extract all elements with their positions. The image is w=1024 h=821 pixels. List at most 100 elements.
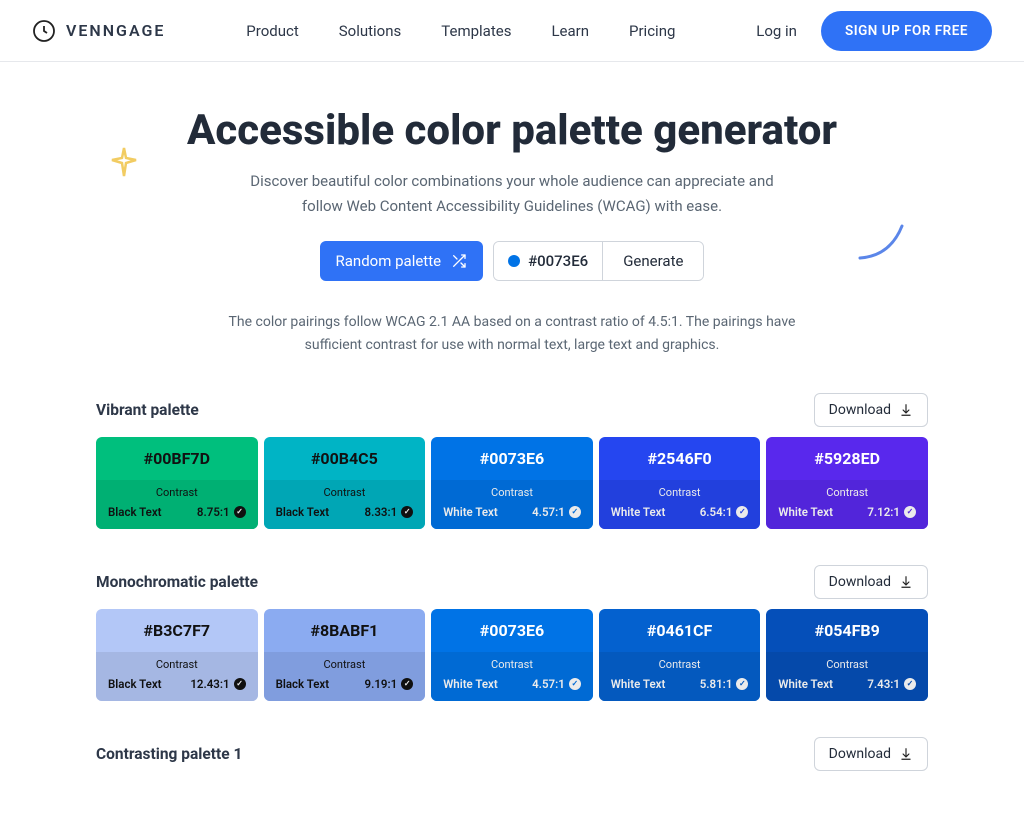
color-card[interactable]: #0073E6 Contrast White Text 4.57:1: [431, 437, 593, 529]
contrast-ratio: 6.54:1: [700, 505, 749, 519]
check-icon: [569, 678, 581, 690]
download-label: Download: [829, 746, 891, 762]
nav-solutions[interactable]: Solutions: [339, 22, 402, 40]
brand-name: VENNGAGE: [66, 21, 165, 40]
text-mode-label: White Text: [611, 505, 666, 519]
contrast-ratio: 12.43:1: [190, 677, 245, 691]
hero: Accessible color palette generator Disco…: [0, 62, 1024, 357]
contrast-label: Contrast: [443, 658, 581, 671]
nav-pricing[interactable]: Pricing: [629, 22, 675, 40]
generator-controls: Random palette #0073E6 Generate: [320, 241, 705, 281]
text-mode-label: White Text: [778, 677, 833, 691]
check-icon: [736, 506, 748, 518]
check-icon: [234, 506, 246, 518]
contrast-ratio: 4.57:1: [532, 505, 581, 519]
contrast-ratio: 4.57:1: [532, 677, 581, 691]
download-icon: [899, 747, 913, 761]
check-icon: [736, 678, 748, 690]
random-palette-label: Random palette: [336, 252, 442, 270]
check-icon: [401, 506, 413, 518]
palette-section: Vibrant palette Download #00BF7D Contras…: [96, 393, 928, 529]
color-card[interactable]: #054FB9 Contrast White Text 7.43:1: [766, 609, 928, 701]
color-card[interactable]: #5928ED Contrast White Text 7.12:1: [766, 437, 928, 529]
color-hex: #B3C7F7: [96, 609, 258, 652]
contrast-label: Contrast: [108, 486, 246, 499]
palette-header: Contrasting palette 1 Download: [96, 737, 928, 771]
color-contrast-panel: Contrast White Text 5.81:1: [599, 652, 761, 701]
page-subtitle: Discover beautiful color combinations yo…: [232, 169, 792, 219]
download-icon: [899, 575, 913, 589]
color-contrast-panel: Contrast White Text 4.57:1: [431, 480, 593, 529]
palette-row: #B3C7F7 Contrast Black Text 12.43:1 #8BA…: [96, 609, 928, 701]
hero-note: The color pairings follow WCAG 2.1 AA ba…: [212, 311, 812, 357]
check-icon: [401, 678, 413, 690]
contrast-label: Contrast: [108, 658, 246, 671]
download-button[interactable]: Download: [814, 565, 928, 599]
contrast-label: Contrast: [611, 486, 749, 499]
text-mode-label: White Text: [443, 505, 498, 519]
sparkle-icon: [110, 146, 138, 180]
color-card[interactable]: #B3C7F7 Contrast Black Text 12.43:1: [96, 609, 258, 701]
page-title: Accessible color palette generator: [0, 106, 1024, 155]
color-hex: #2546F0: [599, 437, 761, 480]
contrast-ratio: 7.12:1: [867, 505, 916, 519]
check-icon: [234, 678, 246, 690]
download-button[interactable]: Download: [814, 393, 928, 427]
contrast-label: Contrast: [778, 486, 916, 499]
color-contrast-panel: Contrast Black Text 12.43:1: [96, 652, 258, 701]
text-mode-label: Black Text: [108, 677, 162, 691]
text-mode-label: Black Text: [276, 677, 330, 691]
hex-value: #0073E6: [528, 252, 588, 270]
color-hex: #00BF7D: [96, 437, 258, 480]
color-contrast-panel: Contrast White Text 4.57:1: [431, 652, 593, 701]
download-icon: [899, 403, 913, 417]
color-hex: #0073E6: [431, 437, 593, 480]
login-link[interactable]: Log in: [756, 22, 797, 40]
color-hex: #0073E6: [431, 609, 593, 652]
color-card[interactable]: #2546F0 Contrast White Text 6.54:1: [599, 437, 761, 529]
palette-row: #00BF7D Contrast Black Text 8.75:1 #00B4…: [96, 437, 928, 529]
hex-input[interactable]: #0073E6: [494, 242, 602, 280]
hex-swatch: [508, 255, 520, 267]
palette-section: Contrasting palette 1 Download: [96, 737, 928, 771]
nav-templates[interactable]: Templates: [441, 22, 511, 40]
color-contrast-panel: Contrast White Text 7.43:1: [766, 652, 928, 701]
contrast-ratio: 9.19:1: [365, 677, 414, 691]
text-mode-label: White Text: [443, 677, 498, 691]
color-contrast-panel: Contrast Black Text 8.33:1: [264, 480, 426, 529]
shuffle-icon: [451, 253, 467, 269]
download-label: Download: [829, 402, 891, 418]
text-mode-label: White Text: [778, 505, 833, 519]
color-card[interactable]: #00B4C5 Contrast Black Text 8.33:1: [264, 437, 426, 529]
contrast-ratio: 8.75:1: [197, 505, 246, 519]
nav-learn[interactable]: Learn: [551, 22, 589, 40]
palette-header: Monochromatic palette Download: [96, 565, 928, 599]
contrast-label: Contrast: [611, 658, 749, 671]
clock-icon: [32, 19, 56, 43]
palette-title: Contrasting palette 1: [96, 745, 242, 763]
brand-logo[interactable]: VENNGAGE: [32, 19, 165, 43]
color-hex: #00B4C5: [264, 437, 426, 480]
color-hex: #8BABF1: [264, 609, 426, 652]
contrast-label: Contrast: [276, 486, 414, 499]
color-card[interactable]: #0461CF Contrast White Text 5.81:1: [599, 609, 761, 701]
generate-button[interactable]: Generate: [602, 242, 703, 280]
signup-button[interactable]: SIGN UP FOR FREE: [821, 11, 992, 51]
nav-links: Product Solutions Templates Learn Pricin…: [246, 22, 675, 40]
check-icon: [904, 678, 916, 690]
color-card[interactable]: #0073E6 Contrast White Text 4.57:1: [431, 609, 593, 701]
download-label: Download: [829, 574, 891, 590]
color-contrast-panel: Contrast White Text 7.12:1: [766, 480, 928, 529]
color-hex: #5928ED: [766, 437, 928, 480]
random-palette-button[interactable]: Random palette: [320, 241, 484, 281]
palette-header: Vibrant palette Download: [96, 393, 928, 427]
palette-section: Monochromatic palette Download #B3C7F7 C…: [96, 565, 928, 701]
color-hex: #0461CF: [599, 609, 761, 652]
download-button[interactable]: Download: [814, 737, 928, 771]
color-contrast-panel: Contrast Black Text 9.19:1: [264, 652, 426, 701]
nav-product[interactable]: Product: [246, 22, 298, 40]
palette-title: Monochromatic palette: [96, 573, 258, 591]
color-card[interactable]: #00BF7D Contrast Black Text 8.75:1: [96, 437, 258, 529]
nav-auth: Log in SIGN UP FOR FREE: [756, 11, 992, 51]
color-card[interactable]: #8BABF1 Contrast Black Text 9.19:1: [264, 609, 426, 701]
